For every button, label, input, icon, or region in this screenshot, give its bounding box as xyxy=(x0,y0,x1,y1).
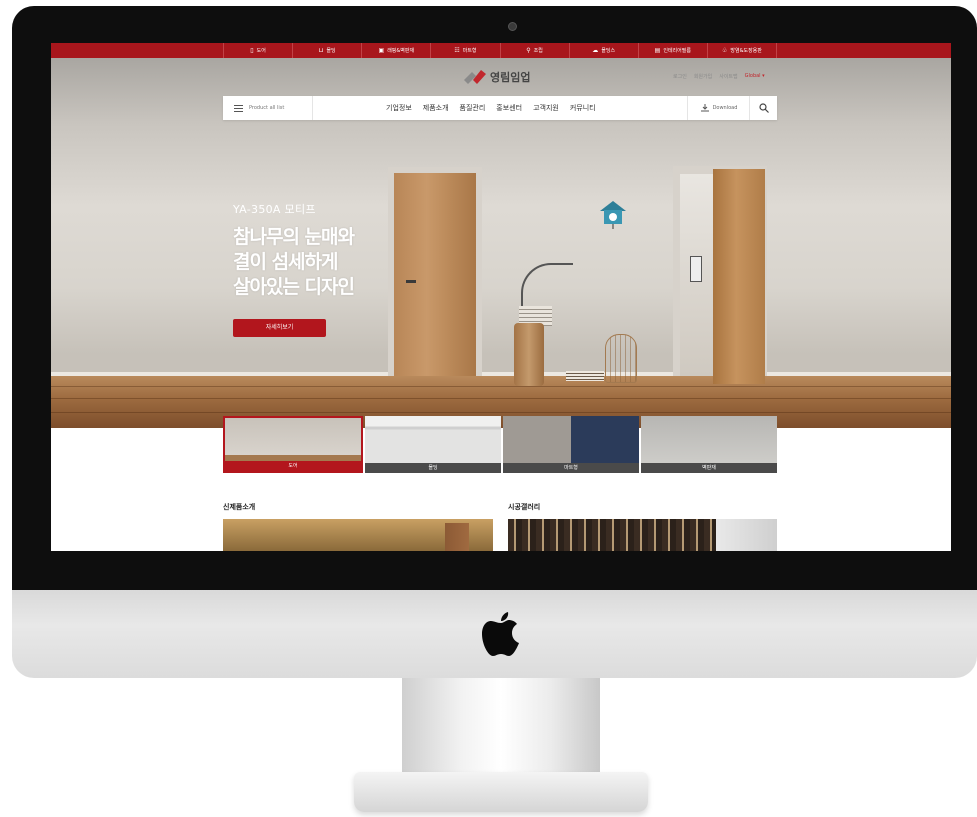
hero-headline-line: 결이 섬세하게 xyxy=(233,251,338,273)
topbar-category-label: 몰딩스 xyxy=(601,48,616,54)
main-nav-links: 기업정보 제품소개 품질관리 홍보센터 고객지원 커뮤니티 xyxy=(386,96,596,120)
hamburger-icon xyxy=(234,104,243,112)
thumb-label: 몰딩 xyxy=(365,463,501,473)
thumb-door[interactable]: 도어 xyxy=(223,416,363,473)
topbar-category-shelf[interactable]: ☷ 마트형 xyxy=(430,43,499,58)
topbar-category-door[interactable]: ▯ 도어 xyxy=(223,43,292,58)
topbar-category-assembly[interactable]: ⚲ 조립 xyxy=(499,43,569,58)
sitemap-link[interactable]: 사이트맵 xyxy=(719,73,737,80)
download-label: Download xyxy=(712,105,738,111)
topbar-category-film[interactable]: ▤ 인테리어필름 xyxy=(637,43,707,58)
file-icon: ▤ xyxy=(654,47,661,54)
new-products-title: 신제품소개 xyxy=(223,503,256,511)
download-icon xyxy=(700,104,709,112)
topbar-category-wrapping[interactable]: ▣ 래핑&벽판재 xyxy=(361,43,430,58)
product-all-list-button[interactable]: Product all list xyxy=(223,96,313,120)
door-image-closed xyxy=(388,167,482,376)
apple-logo-icon xyxy=(482,612,519,656)
download-button[interactable]: Download xyxy=(687,96,750,120)
thumb-wall-panel[interactable]: 벽판재 xyxy=(641,416,777,473)
topbar-category-label: 래핑&벽판재 xyxy=(387,48,415,54)
logo-text: 영림임업 xyxy=(490,71,531,84)
lamp xyxy=(521,263,573,311)
category-thumbnails: 도어 몰딩 마트형 벽판재 xyxy=(223,416,777,473)
topbar-category-moldings[interactable]: ☁ 몰딩스 xyxy=(568,43,638,58)
gallery-title: 시공갤러리 xyxy=(508,503,541,511)
floor-books xyxy=(566,371,604,381)
thumb-molding[interactable]: 몰딩 xyxy=(365,416,501,473)
nav-link-company[interactable]: 기업정보 xyxy=(386,103,412,113)
cloud-icon: ☁ xyxy=(592,47,599,54)
imac-stand-base xyxy=(354,772,648,812)
search-button[interactable] xyxy=(749,96,778,120)
product-all-list-label: Product all list xyxy=(249,105,285,111)
topbar-category-label: 마트형 xyxy=(462,48,477,54)
birdcage xyxy=(605,334,637,383)
cuckoo-clock-icon xyxy=(600,201,626,229)
utility-links: 로그인 회원가입 사이트맵 Global ▾ xyxy=(673,73,765,80)
thumb-label: 도어 xyxy=(225,461,361,471)
frame-icon: ▣ xyxy=(378,47,385,54)
hero-headline-line: 참나무의 눈매와 xyxy=(233,226,355,248)
topbar-category-fireproof[interactable]: ♧ 방염&도장용판 xyxy=(706,43,777,58)
cart-icon: ⊔ xyxy=(318,47,324,54)
hero-headline-line: 살아있는 디자인 xyxy=(233,276,355,298)
shelf-icon: ☷ xyxy=(454,47,460,54)
topbar-category-label: 인테리어필름 xyxy=(663,48,691,54)
thumb-label: 벽판재 xyxy=(641,463,777,473)
signup-link[interactable]: 회원가입 xyxy=(694,73,712,80)
thumb-shelf[interactable]: 마트형 xyxy=(503,416,639,473)
nav-link-community[interactable]: 커뮤니티 xyxy=(570,103,596,113)
price-icon: ♧ xyxy=(721,47,728,54)
logo-mark-icon xyxy=(464,70,486,84)
nav-link-support[interactable]: 고객지원 xyxy=(533,103,559,113)
nav-link-pr[interactable]: 홍보센터 xyxy=(496,103,522,113)
hero-model-name: YA-350A 모티프 xyxy=(233,203,316,216)
global-language-link[interactable]: Global ▾ xyxy=(745,73,765,80)
camera-icon xyxy=(508,22,517,31)
topbar-category-label: 도어 xyxy=(256,48,266,54)
gallery-image[interactable] xyxy=(508,519,777,551)
nav-link-products[interactable]: 제품소개 xyxy=(423,103,449,113)
tree-icon: ⚲ xyxy=(526,47,531,54)
search-icon xyxy=(759,103,769,113)
nav-link-quality[interactable]: 품질관리 xyxy=(460,103,486,113)
site-logo[interactable]: 영림임업 xyxy=(464,69,530,85)
wooden-stool xyxy=(514,323,544,386)
new-products-image[interactable] xyxy=(223,519,493,551)
topbar-category-molding[interactable]: ⊔ 몰딩 xyxy=(292,43,361,58)
browser-screen: YA-350A 모티프 참나무의 눈매와 결이 섬세하게 살아있는 디자인 자세… xyxy=(51,43,951,551)
thumb-label: 마트형 xyxy=(503,463,639,473)
door-icon: ▯ xyxy=(250,47,254,54)
hero-headline: 참나무의 눈매와 결이 섬세하게 살아있는 디자인 xyxy=(233,225,355,300)
login-link[interactable]: 로그인 xyxy=(673,73,687,80)
main-navbar: Product all list 기업정보 제품소개 품질관리 홍보센터 고객지… xyxy=(223,96,777,120)
topbar-category-label: 방염&도장용판 xyxy=(730,48,762,54)
door-image-open xyxy=(673,166,767,384)
view-details-button[interactable]: 자세히보기 xyxy=(233,319,326,337)
category-topbar: ▯ 도어 ⊔ 몰딩 ▣ 래핑&벽판재 ☷ 마트형 ⚲ 조립 ☁ 몰딩스 ▤ 인테리어필름 ♧ 방… xyxy=(51,43,951,58)
imac-stand xyxy=(402,678,600,773)
hero-text-block: YA-350A 모티프 참나무의 눈매와 결이 섬세하게 살아있는 디자인 xyxy=(233,201,355,300)
topbar-category-label: 몰딩 xyxy=(326,48,336,54)
topbar-category-label: 조립 xyxy=(533,48,543,54)
